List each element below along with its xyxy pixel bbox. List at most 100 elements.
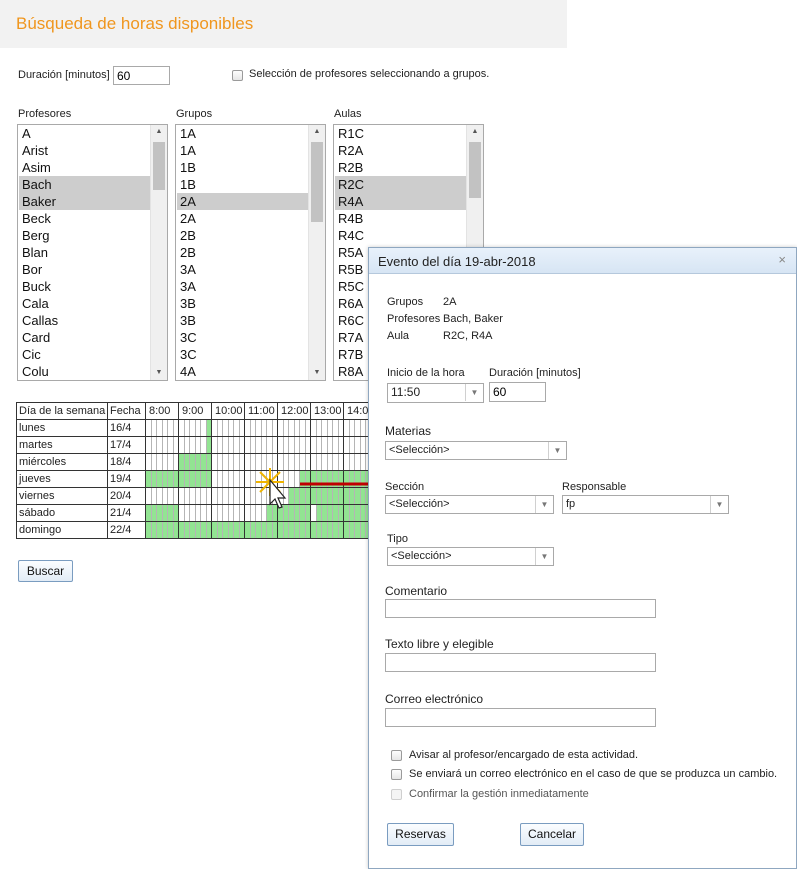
list-item[interactable]: 3A (177, 261, 308, 278)
hour-cell[interactable] (244, 436, 278, 454)
list-item[interactable]: Colu (19, 363, 150, 380)
hour-cell[interactable] (145, 504, 179, 522)
hour-cell[interactable] (277, 419, 311, 437)
list-item[interactable]: 3C (177, 329, 308, 346)
hour-cell[interactable] (211, 436, 245, 454)
hour-cell[interactable] (244, 521, 278, 539)
list-item[interactable]: 1A (177, 125, 308, 142)
hour-cell[interactable] (178, 453, 212, 471)
list-item[interactable]: R2B (335, 159, 466, 176)
available-slot[interactable] (206, 437, 211, 453)
scroll-up-icon[interactable]: ▲ (151, 125, 167, 139)
teachers-scrollbar[interactable]: ▲ ▼ (150, 125, 167, 380)
available-slot[interactable] (239, 522, 244, 538)
time-slot[interactable] (240, 471, 245, 487)
list-item[interactable]: R4A (335, 193, 466, 210)
notify-checkbox[interactable] (391, 750, 402, 761)
list-item[interactable]: 3B (177, 295, 308, 312)
hour-cell[interactable] (145, 436, 179, 454)
scroll-up-icon[interactable]: ▲ (467, 125, 483, 139)
list-item[interactable]: 2A (177, 193, 308, 210)
close-icon[interactable]: × (778, 252, 786, 267)
list-item[interactable]: 1B (177, 176, 308, 193)
time-slot[interactable] (339, 437, 344, 453)
time-slot[interactable] (273, 420, 278, 436)
available-slot[interactable] (272, 522, 277, 538)
hour-cell[interactable] (178, 436, 212, 454)
list-item[interactable]: R4B (335, 210, 466, 227)
list-item[interactable]: Arist (19, 142, 150, 159)
list-item[interactable]: 1A (177, 142, 308, 159)
duration-input[interactable] (113, 66, 170, 85)
hour-cell[interactable] (145, 470, 179, 488)
hour-cell[interactable] (310, 419, 344, 437)
list-item[interactable]: R4C (335, 227, 466, 244)
list-item[interactable]: Buck (19, 278, 150, 295)
groups-scrollbar[interactable]: ▲ ▼ (308, 125, 325, 380)
time-slot[interactable] (240, 420, 245, 436)
list-item[interactable]: 1B (177, 159, 308, 176)
available-slot[interactable] (206, 420, 211, 436)
hour-cell[interactable] (211, 487, 245, 505)
scroll-down-icon[interactable]: ▼ (309, 366, 325, 380)
list-item[interactable]: A (19, 125, 150, 142)
search-button[interactable]: Buscar (18, 560, 73, 582)
list-item[interactable]: 4A (177, 363, 308, 380)
list-item[interactable]: Blan (19, 244, 150, 261)
list-item[interactable]: Beck (19, 210, 150, 227)
dialog-titlebar[interactable]: Evento del día 19-abr-2018 × (369, 248, 796, 274)
teachers-listbox[interactable]: A Arist Asim Bach Baker Beck Berg Blan Bor Buck Ca… (17, 124, 168, 381)
available-slot[interactable] (173, 471, 178, 487)
time-slot[interactable] (306, 437, 311, 453)
available-slot[interactable] (173, 522, 178, 538)
list-item[interactable]: 3A (177, 278, 308, 295)
responsible-select[interactable]: fp ▼ (562, 495, 729, 514)
available-slot[interactable] (305, 522, 310, 538)
hour-cell[interactable] (310, 521, 344, 539)
hour-cell[interactable] (145, 487, 179, 505)
scroll-thumb[interactable] (153, 142, 165, 190)
list-item[interactable]: 2A (177, 210, 308, 227)
time-slot[interactable] (240, 505, 245, 521)
time-slot[interactable] (240, 488, 245, 504)
hour-cell[interactable] (211, 470, 245, 488)
comment-input[interactable] (385, 599, 656, 618)
available-slot[interactable] (173, 505, 178, 521)
list-item[interactable]: Card (19, 329, 150, 346)
list-item[interactable]: 2B (177, 227, 308, 244)
time-slot[interactable] (207, 505, 212, 521)
time-slot[interactable] (174, 488, 179, 504)
hour-cell[interactable] (145, 521, 179, 539)
scroll-down-icon[interactable]: ▼ (151, 366, 167, 380)
list-item[interactable]: R1C (335, 125, 466, 142)
scroll-thumb[interactable] (469, 142, 481, 198)
list-item[interactable]: Callas (19, 312, 150, 329)
time-slot[interactable] (273, 437, 278, 453)
cancel-button[interactable]: Cancelar (520, 823, 584, 846)
list-item[interactable]: 3C (177, 346, 308, 363)
time-slot[interactable] (240, 454, 245, 470)
hour-cell[interactable] (178, 504, 212, 522)
time-slot[interactable] (174, 454, 179, 470)
dialog-duration-input[interactable] (489, 382, 546, 402)
time-slot[interactable] (174, 420, 179, 436)
list-item[interactable]: Berg (19, 227, 150, 244)
hour-cell[interactable] (211, 521, 245, 539)
hour-cell[interactable] (211, 504, 245, 522)
groups-listbox[interactable]: 1A 1A 1B 1B 2A 2A 2B 2B 3A 3A 3B 3B 3C 3C 4A ▲ ▼ (175, 124, 326, 381)
hour-cell[interactable] (178, 419, 212, 437)
hour-cell[interactable] (310, 436, 344, 454)
reserve-button[interactable]: Reservas (387, 823, 454, 846)
section-select[interactable]: <Selección> ▼ (385, 495, 554, 514)
hour-cell[interactable] (178, 470, 212, 488)
list-item[interactable]: Bor (19, 261, 150, 278)
list-item[interactable]: Baker (19, 193, 150, 210)
type-select[interactable]: <Selección> ▼ (387, 547, 554, 566)
list-item[interactable]: Cala (19, 295, 150, 312)
group-select-checkbox[interactable] (232, 70, 243, 81)
available-slot[interactable] (206, 522, 211, 538)
hour-cell[interactable] (178, 487, 212, 505)
list-item[interactable]: 3B (177, 312, 308, 329)
start-select[interactable]: 11:50 ▼ (387, 383, 484, 403)
list-item[interactable]: 2B (177, 244, 308, 261)
